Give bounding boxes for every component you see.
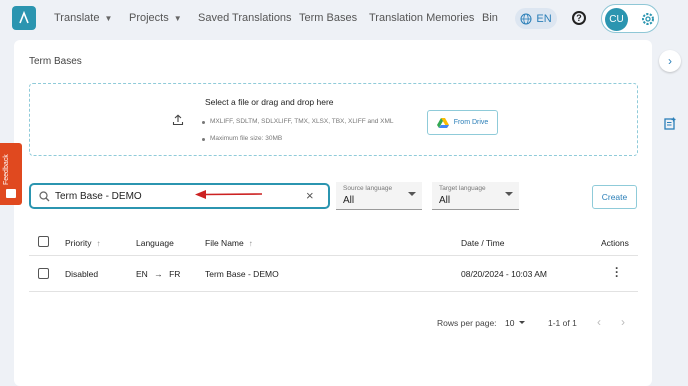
more-actions-icon[interactable]: · · ·	[615, 262, 619, 282]
gear-icon[interactable]	[640, 11, 656, 27]
column-file-name[interactable]: File Name ↑	[205, 238, 253, 248]
row-priority: Disabled	[65, 269, 99, 279]
chevron-down-icon: ▼	[173, 14, 182, 23]
pagination-range: 1-1 of 1	[548, 318, 577, 328]
user-menu[interactable]: CU	[601, 4, 659, 33]
app-logo[interactable]	[12, 6, 36, 30]
row-file-name[interactable]: Term Base - DEMO	[205, 269, 279, 279]
page-title: Term Bases	[29, 56, 82, 67]
column-language: Language	[136, 238, 174, 248]
row-divider	[29, 291, 638, 292]
target-language-value: All	[439, 195, 451, 206]
dropzone-title: Select a file or drag and drop here	[205, 97, 334, 107]
nav-bin[interactable]: Bin	[482, 12, 498, 24]
globe-icon	[520, 13, 532, 24]
nav-translation-memories[interactable]: Translation Memories	[369, 12, 474, 24]
select-all-checkbox[interactable]	[38, 236, 49, 247]
sort-arrow-icon: ↑	[248, 239, 253, 248]
row-checkbox[interactable]	[38, 268, 49, 279]
dropdown-caret-icon[interactable]	[519, 321, 525, 324]
term-bases-panel: Term Bases Select a file or drag and dro…	[14, 40, 652, 386]
feedback-label: Feedback	[3, 154, 10, 185]
source-language-label: Source language	[343, 185, 393, 192]
search-icon	[39, 191, 50, 202]
annotation-arrow	[195, 190, 263, 199]
row-language: EN → FR	[136, 269, 181, 279]
dropdown-caret-icon	[505, 192, 513, 196]
nav-term-bases[interactable]: Term Bases	[299, 12, 357, 24]
rows-per-page-label: Rows per page:	[437, 318, 497, 328]
help-icon[interactable]: ?	[572, 11, 586, 25]
rows-per-page-select[interactable]: 10	[505, 318, 514, 328]
source-language-value: All	[343, 195, 355, 206]
sort-arrow-icon: ↑	[96, 239, 101, 248]
upload-icon	[172, 114, 184, 126]
previous-page-icon[interactable]: ‹	[597, 315, 601, 329]
column-priority[interactable]: Priority ↑	[65, 238, 100, 248]
source-language-select[interactable]: Source language All	[336, 182, 422, 210]
chevron-down-icon: ▼	[104, 14, 113, 23]
right-rail	[652, 38, 688, 386]
nav-saved-translations[interactable]: Saved Translations	[198, 12, 292, 24]
create-button[interactable]: Create	[592, 185, 637, 209]
nav-projects[interactable]: Projects ▼	[129, 12, 182, 24]
chevron-right-icon[interactable]: ›	[659, 50, 681, 72]
column-actions: Actions	[601, 238, 629, 248]
language-label: EN	[536, 12, 552, 25]
avatar[interactable]: CU	[605, 8, 628, 31]
max-file-size: Maximum file size: 30MB	[201, 135, 283, 142]
clear-search-icon[interactable]: ×	[306, 188, 314, 203]
file-dropzone[interactable]: Select a file or drag and drop here MXLI…	[29, 83, 638, 156]
google-drive-icon	[436, 117, 449, 128]
nav-translate[interactable]: Translate ▼	[54, 12, 112, 24]
arrow-right-icon: →	[154, 269, 163, 279]
from-drive-label: From Drive	[453, 119, 489, 126]
search-box[interactable]: ×	[29, 183, 330, 209]
dropdown-caret-icon	[408, 192, 416, 196]
feedback-icon	[6, 189, 16, 198]
row-date-time: 08/20/2024 - 10:03 AM	[461, 269, 548, 279]
feedback-tab[interactable]: Feedback	[0, 143, 22, 205]
next-page-icon[interactable]: ›	[621, 315, 625, 329]
logo-icon	[19, 11, 29, 24]
language-switcher[interactable]: EN	[515, 8, 557, 29]
supported-formats: MXLIFF, SDLTM, SDLXLIFF, TMX, XLSX, TBX,…	[202, 118, 394, 125]
notes-icon[interactable]	[664, 117, 677, 130]
header-divider	[29, 255, 638, 256]
column-date-time[interactable]: Date / Time	[461, 238, 504, 248]
target-language-select[interactable]: Target language All	[432, 182, 519, 210]
from-drive-button[interactable]: From Drive	[427, 110, 498, 135]
target-language-label: Target language	[439, 185, 486, 192]
top-nav: Translate ▼ Projects ▼ Saved Translations …	[0, 0, 688, 38]
